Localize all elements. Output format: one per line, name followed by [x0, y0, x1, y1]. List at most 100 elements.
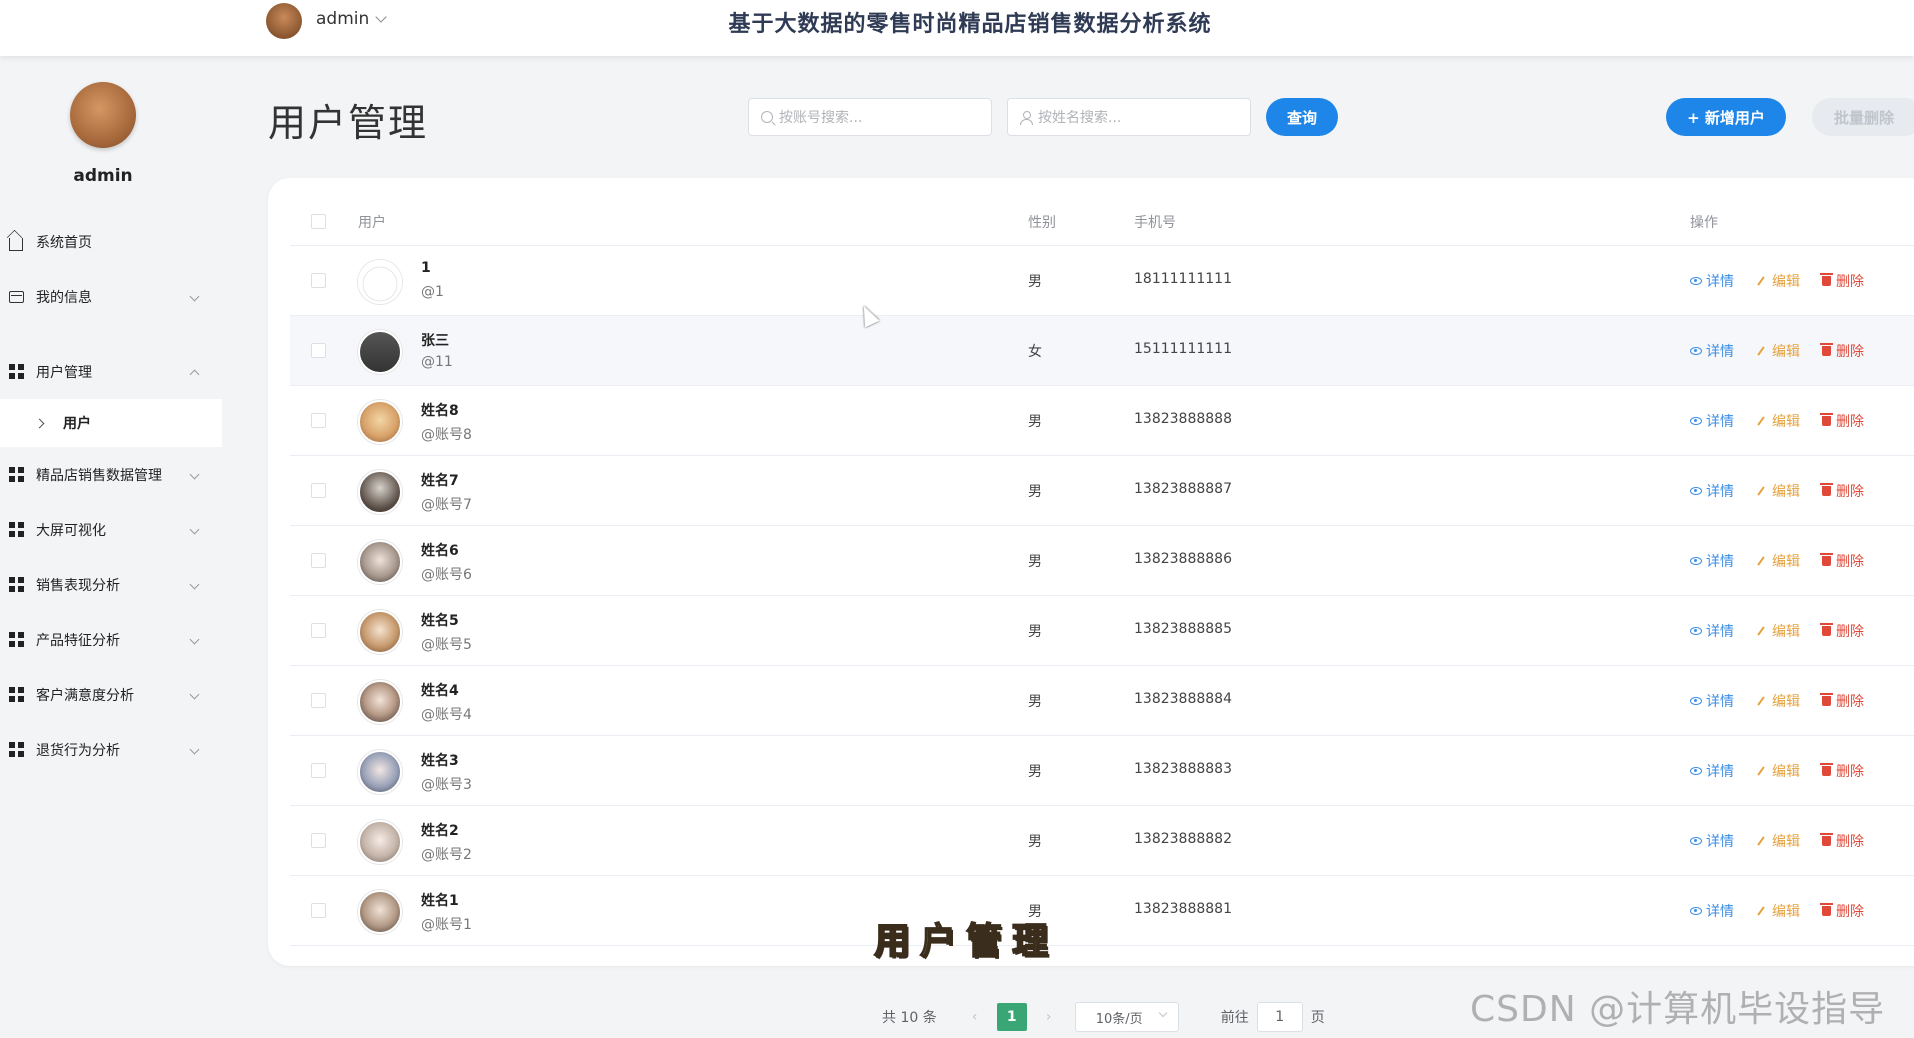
page-size-select[interactable]: 10条/页 [1074, 1002, 1179, 1032]
query-button[interactable]: 查询 [1266, 98, 1338, 136]
delete-button[interactable]: 删除 [1820, 901, 1864, 921]
user-name: 姓名3 [421, 753, 459, 769]
edit-button[interactable]: 编辑 [1756, 761, 1800, 781]
edit-button[interactable]: 编辑 [1756, 901, 1800, 921]
table-row: 姓名6 @账号6 男 13823888886 详情 编辑 删除 [290, 526, 1914, 596]
user-account: @账号7 [421, 497, 472, 513]
view-button[interactable]: 详情 [1690, 831, 1734, 851]
view-button[interactable]: 详情 [1690, 341, 1734, 361]
sidebar-subitem-user[interactable]: 用户 [0, 399, 222, 447]
row-checkbox[interactable] [311, 623, 326, 638]
avatar [358, 680, 402, 724]
select-all-checkbox[interactable] [311, 214, 326, 229]
edit-label: 编辑 [1772, 694, 1800, 710]
edit-button[interactable]: 编辑 [1756, 341, 1800, 361]
sidebar-item-return-behavior[interactable]: 退货行为分析 [0, 722, 222, 777]
eye-icon [1690, 907, 1702, 915]
user-account: @1 [421, 284, 444, 300]
user-gender: 男 [1028, 764, 1042, 780]
sidebar-item-home[interactable]: 系统首页 [0, 214, 222, 269]
search-name-input[interactable]: 按姓名搜索... [1007, 98, 1251, 136]
edit-button[interactable]: 编辑 [1756, 411, 1800, 431]
sidebar-item-product-features[interactable]: 产品特征分析 [0, 612, 222, 667]
delete-button[interactable]: 删除 [1820, 621, 1864, 641]
avatar [358, 330, 402, 374]
delete-button[interactable]: 删除 [1820, 411, 1864, 431]
edit-button[interactable]: 编辑 [1756, 621, 1800, 641]
user-phone: 13823888884 [1134, 691, 1232, 707]
row-checkbox[interactable] [311, 763, 326, 778]
search-account-placeholder: 按账号搜索... [779, 110, 863, 126]
delete-label: 删除 [1836, 624, 1864, 640]
next-page-icon[interactable]: › [1037, 1003, 1061, 1031]
delete-button[interactable]: 删除 [1820, 551, 1864, 571]
view-button[interactable]: 详情 [1690, 271, 1734, 291]
view-button[interactable]: 详情 [1690, 551, 1734, 571]
page-number-current[interactable]: 1 [996, 1003, 1027, 1031]
sidebar-item-user-management[interactable]: 用户管理 [0, 344, 222, 399]
add-user-button[interactable]: + 新增用户 [1666, 98, 1786, 136]
row-actions: 详情 编辑 删除 [1690, 831, 1864, 851]
row-checkbox[interactable] [311, 413, 326, 428]
prev-page-icon[interactable]: ‹ [963, 1003, 987, 1031]
trash-icon [1820, 833, 1833, 846]
edit-button[interactable]: 编辑 [1756, 691, 1800, 711]
pencil-icon [1757, 766, 1765, 776]
view-button[interactable]: 详情 [1690, 901, 1734, 921]
edit-label: 编辑 [1772, 414, 1800, 430]
view-label: 详情 [1706, 694, 1734, 710]
eye-icon [1690, 347, 1702, 355]
delete-button[interactable]: 删除 [1820, 691, 1864, 711]
user-phone: 13823888886 [1134, 551, 1232, 567]
row-checkbox[interactable] [311, 833, 326, 848]
pencil-icon [1757, 416, 1765, 426]
sidebar-item-customer-satisfaction[interactable]: 客户满意度分析 [0, 667, 222, 722]
pencil-icon [1757, 276, 1765, 286]
header-avatar[interactable] [266, 3, 302, 39]
table-row: 姓名4 @账号4 男 13823888884 详情 编辑 删除 [290, 666, 1914, 736]
edit-button[interactable]: 编辑 [1756, 551, 1800, 571]
table-header: 用户 性别 手机号 操作 [290, 200, 1914, 246]
view-button[interactable]: 详情 [1690, 411, 1734, 431]
column-header-phone: 手机号 [1134, 215, 1176, 231]
row-checkbox[interactable] [311, 343, 326, 358]
chevron-down-icon [1158, 1008, 1167, 1018]
goto-page-input[interactable]: 1 [1256, 1002, 1303, 1032]
delete-button[interactable]: 删除 [1820, 761, 1864, 781]
batch-delete-button[interactable]: 批量删除 [1812, 98, 1914, 136]
table-row: 姓名7 @账号7 男 13823888887 详情 编辑 删除 [290, 456, 1914, 526]
sidebar-item-my-info[interactable]: 我的信息 [0, 269, 222, 324]
header-username: admin [316, 9, 370, 29]
edit-button[interactable]: 编辑 [1756, 831, 1800, 851]
row-checkbox[interactable] [311, 903, 326, 918]
sidebar-item-big-screen[interactable]: 大屏可视化 [0, 502, 222, 557]
user-dropdown[interactable]: admin [316, 9, 387, 29]
sidebar-item-sales-data[interactable]: 精品店销售数据管理 [0, 447, 222, 502]
view-button[interactable]: 详情 [1690, 481, 1734, 501]
user-gender: 男 [1028, 274, 1042, 290]
delete-button[interactable]: 删除 [1820, 481, 1864, 501]
view-button[interactable]: 详情 [1690, 761, 1734, 781]
search-account-input[interactable]: 按账号搜索... [748, 98, 992, 136]
sidebar-item-sales-performance[interactable]: 销售表现分析 [0, 557, 222, 612]
edit-button[interactable]: 编辑 [1756, 481, 1800, 501]
row-checkbox[interactable] [311, 483, 326, 498]
user-phone: 13823888885 [1134, 621, 1232, 637]
table-row: 姓名1 @账号1 男 13823888881 详情 编辑 删除 [290, 876, 1914, 946]
trash-icon [1820, 623, 1833, 636]
user-gender: 男 [1028, 554, 1042, 570]
grid-icon [8, 364, 24, 380]
row-checkbox[interactable] [311, 273, 326, 288]
delete-button[interactable]: 删除 [1820, 271, 1864, 291]
view-button[interactable]: 详情 [1690, 621, 1734, 641]
edit-button[interactable]: 编辑 [1756, 271, 1800, 291]
delete-button[interactable]: 删除 [1820, 831, 1864, 851]
grid-icon [8, 577, 24, 593]
row-checkbox[interactable] [311, 693, 326, 708]
view-button[interactable]: 详情 [1690, 691, 1734, 711]
row-actions: 详情 编辑 删除 [1690, 901, 1864, 921]
grid-icon [8, 522, 24, 538]
delete-button[interactable]: 删除 [1820, 341, 1864, 361]
trash-icon [1820, 273, 1833, 286]
row-checkbox[interactable] [311, 553, 326, 568]
